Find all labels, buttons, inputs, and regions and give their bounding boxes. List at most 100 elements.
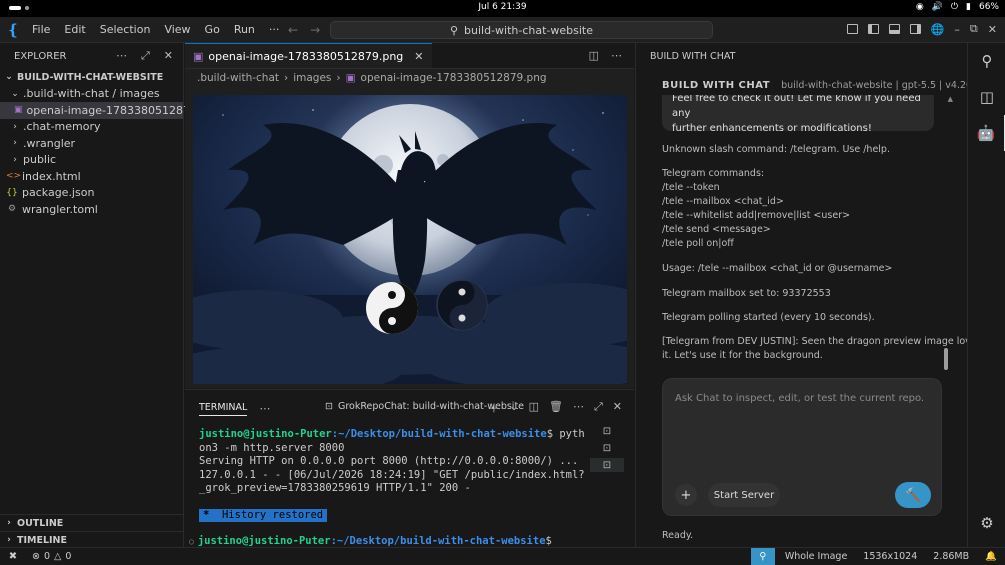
chat-input[interactable]: Ask Chat to inspect, edit, or test the c…	[675, 393, 924, 404]
tree-item-label: .chat-memory	[23, 120, 101, 134]
menu-edit[interactable]: Edit	[64, 23, 85, 36]
chat-message: Unknown slash command: /telegram. Use /h…	[662, 144, 890, 155]
tab-terminal[interactable]: TERMINAL	[199, 400, 248, 416]
tree-folder-build-with-chat-images[interactable]: ⌄ .build-with-chat / images	[0, 86, 183, 103]
tree-item-label: wrangler.toml	[22, 202, 98, 216]
start-server-button[interactable]: Start Server	[708, 483, 780, 507]
terminal-panel: TERMINAL ⋯ ⊡ GrokRepoChat: build-with-ch…	[185, 389, 634, 547]
history-restored-banner: * History restored	[199, 508, 328, 522]
outline-label: OUTLINE	[17, 517, 64, 529]
split-editor-icon[interactable]: ◫	[589, 49, 599, 62]
image-file-icon: ▣	[345, 72, 356, 84]
chat-message: Telegram polling started (every 10 secon…	[662, 312, 875, 323]
timeline-label: TIMELINE	[17, 534, 67, 546]
chat-robot-icon[interactable]: 🤖	[968, 115, 1005, 151]
split-terminal-icon[interactable]: ◫	[529, 400, 539, 416]
workspace-root-folder[interactable]: ⌄ BUILD-WITH-CHAT-WEBSITE	[0, 69, 183, 86]
tree-item-label: package.json	[22, 186, 95, 200]
image-zoom-level[interactable]: Whole Image	[785, 551, 847, 562]
tree-file-openai-image[interactable]: ▣ openai-image-1783380512879.png	[0, 102, 221, 119]
panel-more-icon[interactable]: ⋯	[259, 402, 270, 415]
error-count: 0	[43, 551, 51, 562]
close-window-icon[interactable]: ✕	[988, 23, 997, 36]
breadcrumb-folder[interactable]: .build-with-chat	[197, 72, 279, 84]
panel-actions-more-icon[interactable]: ⋯	[573, 400, 584, 416]
search-icon[interactable]: ⚲	[968, 43, 1005, 79]
image-file-icon: ▣	[14, 105, 23, 116]
timeline-section[interactable]: › TIMELINE	[0, 531, 184, 548]
scroll-up-arrow-icon[interactable]: ▲	[948, 95, 953, 103]
editor-tab-bar: ▣ openai-image-1783380512879.png ✕ ◫ ⋯	[185, 43, 634, 69]
globe-icon[interactable]: 🌐	[931, 23, 945, 36]
problems-indicator[interactable]: ⊗ 0 △ 0	[32, 551, 71, 562]
explorer-title: EXPLORER	[14, 50, 67, 62]
restore-icon[interactable]: ⧉	[970, 22, 978, 36]
menu-bar: File Edit Selection View Go Run ···	[32, 23, 279, 36]
breadcrumb-file[interactable]: openai-image-1783380512879.png	[361, 72, 547, 84]
minimize-icon[interactable]: –	[954, 23, 960, 36]
menu-view[interactable]: View	[164, 23, 190, 36]
tree-file-wrangler-toml[interactable]: ⚙ wrangler.toml	[0, 201, 183, 218]
error-icon: ⊗	[32, 551, 40, 562]
menu-file[interactable]: File	[32, 23, 50, 36]
gear-icon[interactable]: ⚙	[968, 505, 1005, 541]
customize-layout-icon[interactable]	[846, 24, 858, 34]
zoom-icon[interactable]: ⚲	[750, 548, 775, 565]
breadcrumb-subfolder[interactable]: images	[293, 72, 331, 84]
remote-icon[interactable]: ✖	[0, 548, 26, 565]
chevron-right-icon: ›	[13, 138, 17, 149]
terminal-output[interactable]: justino@justino-Puter:~/Desktop/build-wi…	[189, 428, 589, 549]
image-file-size: 2.86MB	[933, 551, 970, 562]
toggle-panel-icon[interactable]	[888, 24, 900, 34]
tools-button[interactable]: 🔨	[895, 482, 931, 508]
menu-go[interactable]: Go	[205, 23, 220, 36]
assistant-message-line: Feel free to check it out! Let me know i…	[672, 95, 921, 119]
terminal-instance-icon[interactable]: ⊡	[590, 441, 624, 455]
menu-selection[interactable]: Selection	[100, 23, 151, 36]
maximize-sidebar-icon[interactable]: ⤢	[141, 49, 150, 63]
add-attachment-button[interactable]: +	[675, 484, 697, 506]
command-center-search[interactable]: ⚲ build-with-chat-website	[330, 21, 713, 39]
image-dimensions: 1536x1024	[863, 551, 918, 562]
menu-run[interactable]: Run	[234, 23, 255, 36]
back-arrow-icon[interactable]: ←	[288, 23, 298, 37]
system-clock[interactable]: Jul 6 21:39	[0, 2, 1005, 12]
tree-file-package-json[interactable]: {} package.json	[0, 185, 183, 202]
toggle-secondary-sidebar-icon[interactable]	[909, 24, 921, 34]
chat-scrollbar[interactable]	[944, 348, 948, 370]
extensions-icon[interactable]: ◫	[968, 79, 1005, 115]
notifications-bell-icon[interactable]: 🔔	[985, 551, 997, 562]
close-panel-icon[interactable]: ✕	[613, 400, 622, 416]
toggle-primary-sidebar-icon[interactable]	[867, 24, 879, 34]
close-sidebar-icon[interactable]: ✕	[164, 49, 173, 63]
terminal-instance-icon[interactable]: ⊡	[590, 458, 624, 472]
maximize-panel-icon[interactable]: ⤢	[594, 400, 603, 416]
chat-message: Telegram mailbox set to: 93372553	[662, 288, 831, 299]
editor-more-icon[interactable]: ⋯	[611, 49, 622, 62]
editor-tab-openai-image[interactable]: ▣ openai-image-1783380512879.png ✕	[185, 43, 432, 68]
new-terminal-icon[interactable]: ＋	[488, 400, 499, 416]
close-tab-icon[interactable]: ✕	[414, 50, 423, 63]
chevron-down-icon[interactable]: ⌄	[509, 400, 518, 416]
menu-more[interactable]: ···	[269, 23, 280, 36]
chevron-right-icon: ›	[13, 121, 17, 132]
system-tray[interactable]: ◉ 🔊 ⏻ ▮ 66%	[916, 2, 999, 12]
warning-count: 0	[65, 551, 72, 562]
image-preview[interactable]	[193, 95, 627, 384]
gear-file-icon: ⚙	[7, 204, 17, 215]
trash-icon[interactable]: 🗑	[549, 400, 563, 416]
accessibility-icon: ◉	[915, 2, 924, 12]
terminal-line: _grok_preview=1783380259619 HTTP/1.1" 20…	[199, 482, 471, 494]
tree-folder-public[interactable]: › public	[0, 152, 183, 169]
tree-folder-wrangler[interactable]: › .wrangler	[0, 135, 183, 152]
outline-section[interactable]: › OUTLINE	[0, 514, 184, 531]
tree-folder-chat-memory[interactable]: › .chat-memory	[0, 119, 183, 136]
chat-log[interactable]: Feel free to check it out! Let me know i…	[636, 95, 967, 375]
more-actions-icon[interactable]: ⋯	[116, 49, 127, 63]
tree-file-index-html[interactable]: <> index.html	[0, 168, 183, 185]
volume-icon: 🔊	[931, 2, 943, 12]
forward-arrow-icon[interactable]: →	[310, 23, 320, 37]
terminal-instance-icon[interactable]: ⊡	[590, 424, 624, 438]
title-bar: ❴ File Edit Selection View Go Run ··· ← …	[0, 17, 1005, 43]
chevron-down-icon: ⌄	[11, 88, 19, 99]
